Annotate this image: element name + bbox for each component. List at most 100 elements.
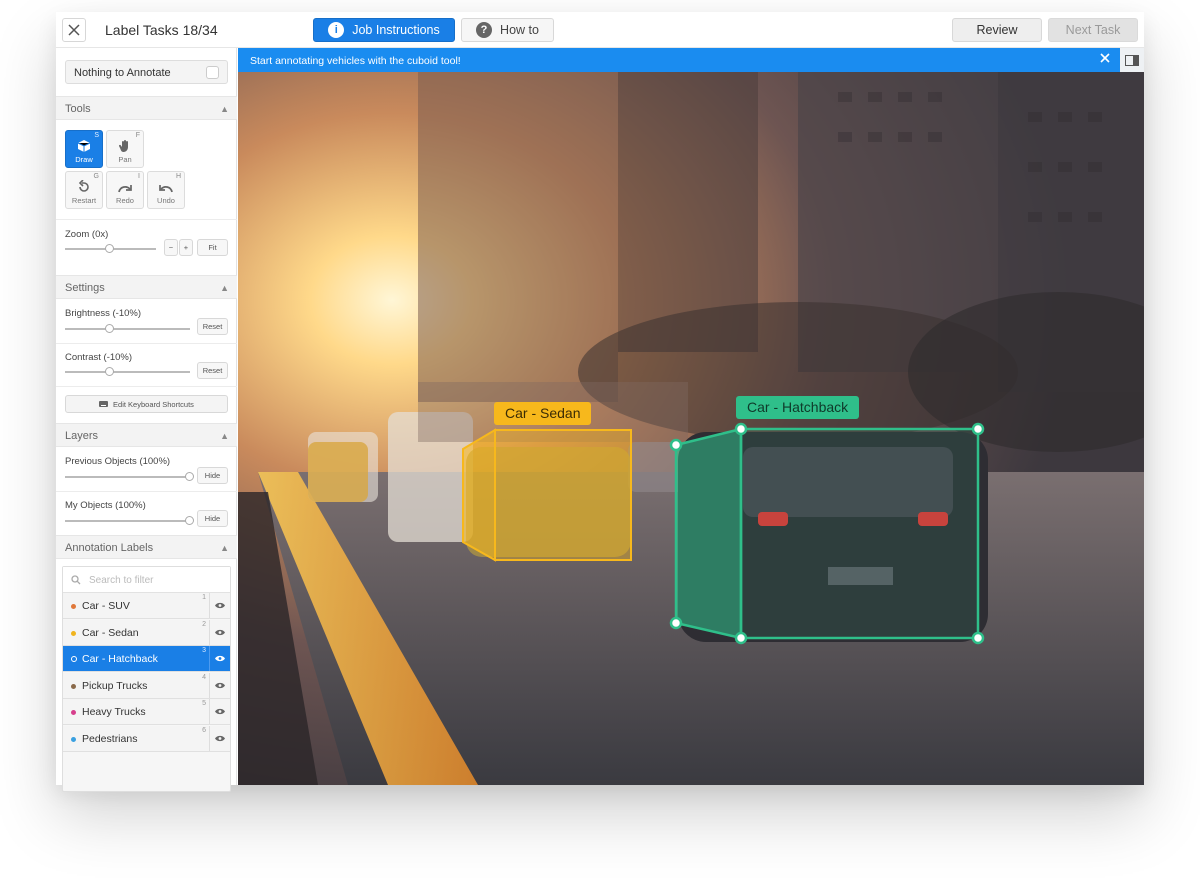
zoom-slider-handle[interactable] <box>105 244 114 253</box>
my-objects-hide-button[interactable]: Hide <box>197 510 228 527</box>
previous-objects-hide-button[interactable]: Hide <box>197 467 228 484</box>
edit-keyboard-shortcuts-button[interactable]: Edit Keyboard Shortcuts <box>65 395 228 413</box>
zoom-in-button[interactable]: + <box>179 239 193 256</box>
divider <box>56 491 237 492</box>
chevron-up-icon: ▲ <box>220 431 229 441</box>
brightness-slider-handle[interactable] <box>105 324 114 333</box>
label-color-dot <box>71 604 76 609</box>
label-visibility-toggle[interactable] <box>209 593 230 618</box>
layers-section-header[interactable]: Layers ▲ <box>56 423 237 447</box>
label-number: 1 <box>202 594 206 601</box>
divider <box>56 343 237 344</box>
contrast-slider[interactable] <box>65 367 190 376</box>
chevron-up-icon: ▲ <box>220 104 229 114</box>
brightness-reset-button[interactable]: Reset <box>197 318 228 335</box>
nothing-to-annotate-checkbox[interactable] <box>206 66 219 79</box>
hatchback-annotation-tag[interactable]: Car - Hatchback <box>736 396 860 419</box>
undo-tool-label: Undo <box>157 196 175 205</box>
search-icon <box>71 575 81 585</box>
job-instructions-button[interactable]: i Job Instructions <box>313 18 455 42</box>
redo-icon <box>118 185 132 193</box>
undo-tool-button[interactable]: H Undo <box>147 171 185 209</box>
restart-tool-button[interactable]: G Restart <box>65 171 103 209</box>
redo-tool-button[interactable]: I Redo <box>106 171 144 209</box>
cube-icon <box>77 140 91 152</box>
label-search-placeholder: Search to filter <box>89 575 154 586</box>
label-visibility-toggle[interactable] <box>209 619 230 645</box>
pan-tool-button[interactable]: F Pan <box>106 130 144 168</box>
redo-tool-label: Redo <box>116 196 134 205</box>
label-color-dot <box>71 683 76 689</box>
label-row-car-hatchback[interactable]: Car - Hatchback 3 <box>63 646 230 672</box>
brightness-slider[interactable] <box>65 324 190 333</box>
how-to-label: How to <box>500 23 539 37</box>
label-visibility-toggle[interactable] <box>209 699 230 724</box>
sidebar: Nothing to Annotate Tools ▲ S Draw F Pan… <box>56 48 237 792</box>
my-objects-slider[interactable] <box>65 516 194 525</box>
task-title: Label Tasks 18/34 <box>105 22 218 38</box>
image-canvas[interactable]: Car - Sedan Car - Hatchback <box>238 72 1144 785</box>
label-color-dot <box>71 736 76 742</box>
contrast-reset-button[interactable]: Reset <box>197 362 228 379</box>
nothing-to-annotate-toggle[interactable]: Nothing to Annotate <box>65 60 228 84</box>
review-button[interactable]: Review <box>952 18 1042 42</box>
edit-keyboard-shortcuts-label: Edit Keyboard Shortcuts <box>113 399 194 409</box>
previous-objects-slider-handle[interactable] <box>185 472 194 481</box>
restart-icon <box>78 180 89 192</box>
close-icon[interactable] <box>1100 53 1110 63</box>
divider <box>56 386 237 387</box>
label-visibility-toggle[interactable] <box>209 672 230 698</box>
how-to-button[interactable]: ? How to <box>461 18 554 42</box>
eye-icon <box>215 708 225 715</box>
contrast-slider-handle[interactable] <box>105 367 114 376</box>
annotation-labels-title: Annotation Labels <box>65 542 154 554</box>
label-number: 6 <box>202 726 206 734</box>
panel-toggle-button[interactable] <box>1120 48 1144 72</box>
label-name: Pickup Trucks <box>82 679 148 692</box>
close-button[interactable] <box>62 18 86 42</box>
tools-section-header[interactable]: Tools ▲ <box>56 96 237 120</box>
info-icon: i <box>328 22 345 38</box>
pan-tool-label: Pan <box>118 155 132 164</box>
label-row-car-suv[interactable]: Car - SUV 1 <box>63 593 230 619</box>
fit-button[interactable]: Fit <box>197 239 228 256</box>
restart-tool-label: Restart <box>71 196 97 205</box>
annotation-labels-list: Search to filter Car - SUV 1 Car - Sedan 2 C… <box>62 566 231 792</box>
settings-section-header[interactable]: Settings ▲ <box>56 275 237 299</box>
label-name: Car - Hatchback <box>82 653 158 665</box>
sedan-annotation-tag[interactable]: Car - Sedan <box>494 402 592 425</box>
label-name: Heavy Trucks <box>82 706 146 718</box>
label-color-dot <box>71 656 77 662</box>
undo-shortcut-key: H <box>175 173 181 180</box>
chevron-up-icon: ▲ <box>220 283 229 293</box>
label-name: Car - SUV <box>82 600 130 612</box>
nothing-to-annotate-label: Nothing to Annotate <box>74 67 171 79</box>
contrast-label: Contrast (-10%) <box>65 352 133 363</box>
label-color-dot <box>71 710 76 715</box>
annotation-labels-section-header[interactable]: Annotation Labels ▲ <box>56 535 237 559</box>
label-row-car-sedan[interactable]: Car - Sedan 2 <box>63 619 230 646</box>
tools-title: Tools <box>65 103 91 115</box>
previous-objects-label: Previous Objects (100%) <box>65 456 171 467</box>
label-row-pickup-trucks[interactable]: Pickup Trucks 4 <box>63 672 230 699</box>
annotation-app: Label Tasks 18/34 i Job Instructions ? H… <box>56 12 1144 792</box>
label-visibility-toggle[interactable] <box>209 725 230 751</box>
previous-objects-slider[interactable] <box>65 472 194 481</box>
banner-message: Start annotating vehicles with the cuboi… <box>250 55 461 67</box>
eye-icon <box>215 682 225 688</box>
my-objects-slider-handle[interactable] <box>185 516 194 525</box>
label-color-dot <box>71 630 76 636</box>
label-visibility-toggle[interactable] <box>209 646 230 671</box>
next-task-button[interactable]: Next Task <box>1048 18 1138 42</box>
keyboard-icon <box>99 401 109 407</box>
label-search-input[interactable]: Search to filter <box>63 567 230 593</box>
draw-tool-button[interactable]: S Draw <box>65 130 103 168</box>
label-row-heavy-trucks[interactable]: Heavy Trucks 5 <box>63 699 230 725</box>
zoom-label: Zoom (0x) <box>65 229 109 240</box>
chevron-up-icon: ▲ <box>220 543 229 553</box>
label-name: Car - Sedan <box>82 626 139 639</box>
label-row-pedestrians[interactable]: Pedestrians 6 <box>63 725 230 752</box>
undo-icon <box>159 185 173 193</box>
zoom-slider[interactable] <box>65 244 156 253</box>
zoom-out-button[interactable]: − <box>164 239 178 256</box>
